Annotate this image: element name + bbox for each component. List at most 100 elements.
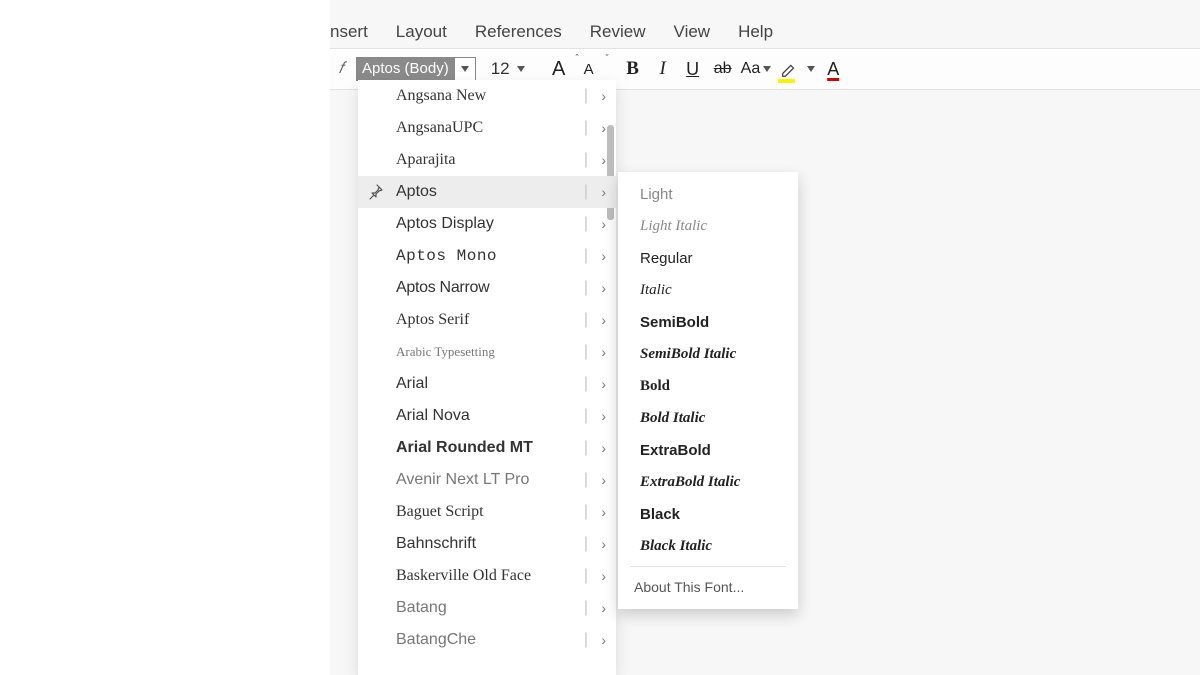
font-option-label: Aptos (396, 183, 437, 201)
row-separator: | (584, 567, 588, 585)
font-option-label: Baguet Script (396, 503, 484, 521)
chevron-right-icon: › (601, 344, 606, 360)
font-option[interactable]: Arial|› (358, 368, 616, 400)
font-option[interactable]: Arial Nova|› (358, 400, 616, 432)
font-option[interactable]: Aptos Display|› (358, 208, 616, 240)
row-separator: | (584, 279, 588, 297)
font-option[interactable]: Avenir Next LT Pro|› (358, 464, 616, 496)
font-option[interactable]: BatangChe | › (358, 624, 616, 656)
row-separator: | (584, 247, 588, 265)
row-separator: | (584, 439, 588, 457)
font-option[interactable]: Aptos Serif|› (358, 304, 616, 336)
chevron-right-icon: › (601, 568, 606, 584)
decrease-font-size-button[interactable]: Aˇ (577, 57, 601, 81)
row-separator: | (584, 343, 588, 361)
font-option-label: Bahnschrift (396, 535, 476, 553)
font-variant-option[interactable]: Light (618, 178, 798, 210)
font-option-label: Aptos Mono (396, 247, 497, 265)
chevron-right-icon: › (601, 440, 606, 456)
menu-view[interactable]: View (674, 22, 711, 42)
chevron-right-icon: › (601, 632, 606, 648)
menu-review[interactable]: Review (590, 22, 646, 42)
font-variant-option[interactable]: Light Italic (618, 210, 798, 242)
font-size-value[interactable]: 12 (488, 59, 513, 79)
font-option[interactable]: Aptos Mono | › (358, 240, 616, 272)
chevron-right-icon: › (601, 120, 606, 136)
flyout-divider (630, 566, 786, 567)
chevron-right-icon: › (601, 184, 606, 200)
font-option[interactable]: AngsanaUPC|› (358, 112, 616, 144)
font-option[interactable]: Baguet Script|› (358, 496, 616, 528)
underline-button[interactable]: U (681, 57, 705, 81)
font-option-label: AngsanaUPC (396, 119, 483, 137)
font-name-selector[interactable]: Aptos (Body) (356, 57, 476, 81)
row-separator: | (584, 87, 588, 105)
font-option[interactable]: Angsana New | › (358, 80, 616, 112)
font-size-caret[interactable] (517, 66, 525, 72)
font-variant-option[interactable]: Italic (618, 274, 798, 306)
row-separator: | (584, 311, 588, 329)
menubar: nsert Layout References Review View Help (330, 12, 773, 52)
chevron-right-icon: › (601, 472, 606, 488)
bold-button[interactable]: B (621, 57, 645, 81)
font-option-label: Aptos Display (396, 215, 494, 233)
change-case-button[interactable]: Aa (741, 57, 772, 81)
font-option-label: Aptos Narrow (396, 279, 489, 297)
row-separator: | (584, 215, 588, 233)
font-variant-option[interactable]: Black Italic (618, 530, 798, 562)
font-variant-option[interactable]: Bold (618, 370, 798, 402)
row-separator: | (584, 183, 588, 201)
menu-insert[interactable]: nsert (330, 22, 368, 42)
font-option-label: Angsana New (396, 87, 486, 105)
increase-font-size-button[interactable]: Aˆ (547, 57, 571, 81)
row-separator: | (584, 631, 588, 649)
row-separator: | (584, 375, 588, 393)
font-option[interactable]: Arial Rounded MT|› (358, 432, 616, 464)
chevron-right-icon: › (601, 152, 606, 168)
chevron-right-icon: › (601, 376, 606, 392)
chevron-right-icon: › (601, 88, 606, 104)
italic-button[interactable]: I (651, 57, 675, 81)
highlight-color-caret[interactable] (807, 66, 815, 72)
menu-references[interactable]: References (475, 22, 562, 42)
chevron-right-icon: › (601, 504, 606, 520)
row-separator: | (584, 151, 588, 169)
menu-help[interactable]: Help (738, 22, 773, 42)
font-option[interactable]: Aparajita | › (358, 144, 616, 176)
menu-layout[interactable]: Layout (396, 22, 447, 42)
font-name-value[interactable]: Aptos (Body) (356, 57, 454, 81)
font-color-button[interactable]: A (821, 57, 845, 81)
font-variant-option[interactable]: Black (618, 498, 798, 530)
strikethrough-button[interactable]: ab (711, 57, 735, 81)
font-name-caret[interactable] (454, 57, 476, 81)
font-option-label: Aparajita (396, 151, 456, 169)
font-dropdown[interactable]: Angsana New|›AngsanaUPC|›Aparajita|›Apto… (358, 80, 616, 675)
chevron-right-icon: › (601, 248, 606, 264)
row-separator: | (584, 535, 588, 553)
font-option[interactable]: Aptos | › (358, 176, 616, 208)
font-variant-option[interactable]: ExtraBold Italic (618, 466, 798, 498)
font-variant-flyout[interactable]: LightLight ItalicRegularItalicSemiBoldSe… (618, 172, 798, 609)
font-option-label: BatangChe (396, 631, 476, 649)
app-viewport: nsert Layout References Review View Help… (330, 0, 1200, 675)
pin-icon (368, 184, 384, 200)
font-variant-option[interactable]: Regular (618, 242, 798, 274)
about-this-font[interactable]: About This Font... (618, 571, 798, 603)
font-size-selector[interactable]: 12 (488, 59, 525, 79)
font-option[interactable]: Baskerville Old Face|› (358, 560, 616, 592)
font-variant-option[interactable]: SemiBold (618, 306, 798, 338)
highlight-color-button[interactable] (777, 58, 801, 80)
font-option[interactable]: Aptos Narrow | › (358, 272, 616, 304)
font-option-label: Avenir Next LT Pro (396, 471, 529, 489)
font-option[interactable]: Batang|› (358, 592, 616, 624)
font-option[interactable]: Arabic Typesetting|› (358, 336, 616, 368)
font-option[interactable]: Bahnschrift|› (358, 528, 616, 560)
font-option-label: Arial Nova (396, 407, 470, 425)
font-variant-option[interactable]: ExtraBold (618, 434, 798, 466)
font-variant-option[interactable]: SemiBold Italic (618, 338, 798, 370)
format-painter-icon[interactable]: 𝑓 (334, 60, 350, 78)
font-variant-option[interactable]: Bold Italic (618, 402, 798, 434)
chevron-right-icon: › (601, 312, 606, 328)
chevron-right-icon: › (601, 280, 606, 296)
font-option-label: Batang (396, 599, 447, 617)
